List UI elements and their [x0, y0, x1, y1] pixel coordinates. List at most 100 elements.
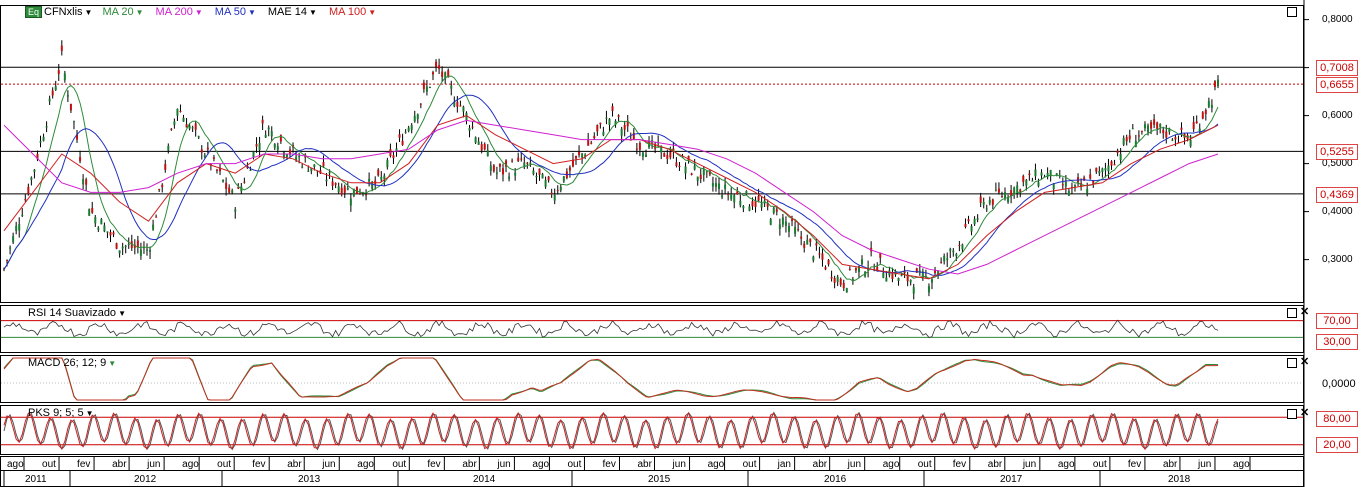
- candle-body: [179, 111, 182, 113]
- candle-body: [559, 186, 562, 191]
- month-label: fev: [1127, 459, 1142, 470]
- candle-body: [267, 127, 270, 130]
- candle-body: [611, 106, 614, 111]
- month-label: jun: [497, 459, 511, 470]
- candle-body: [946, 258, 949, 260]
- indicator-ma-100[interactable]: MA 100 ▼: [329, 6, 376, 18]
- close-pks-panel-icon[interactable]: ✕: [1300, 408, 1309, 419]
- year-label: 2012: [134, 474, 157, 485]
- candle-body: [136, 240, 139, 248]
- candle-body: [754, 200, 757, 208]
- candle-body: [909, 280, 912, 283]
- caret-down-icon: ▼: [309, 8, 317, 17]
- candle-body: [714, 183, 717, 187]
- candle-body: [538, 168, 541, 175]
- symbol-label: CFNxlis: [44, 6, 83, 18]
- candle-body: [772, 207, 775, 214]
- candle-body: [289, 149, 292, 155]
- candle-body: [1125, 137, 1128, 142]
- indicator-ma-200[interactable]: MA 200 ▼: [156, 6, 203, 18]
- candle-body: [693, 165, 696, 170]
- maximize-pks-panel-button[interactable]: [1287, 409, 1297, 419]
- candle-body: [532, 170, 535, 175]
- candle-body: [982, 201, 985, 205]
- candle-body: [501, 168, 504, 175]
- indicator-mae-14[interactable]: MAE 14 ▼: [268, 6, 317, 18]
- month-label: jun: [1022, 459, 1037, 470]
- macd-panel-label[interactable]: MACD 26; 12; 9 ▼: [28, 357, 116, 370]
- indicator-ma-50[interactable]: MA 50 ▼: [215, 6, 256, 18]
- month-label: abr: [1162, 459, 1178, 470]
- candle-body: [425, 86, 428, 92]
- maximize-macd-panel-button[interactable]: [1287, 358, 1297, 368]
- candle-body: [480, 144, 483, 151]
- maximize-price-panel-button[interactable]: [1287, 7, 1297, 17]
- candle-body: [398, 134, 401, 138]
- candle-body: [27, 186, 30, 194]
- stock-chart[interactable]: [0, 0, 1366, 487]
- candle-body: [404, 131, 407, 133]
- candle-body: [988, 199, 991, 204]
- candle-body: [784, 221, 787, 226]
- candle-body: [1095, 167, 1098, 172]
- candle-body: [456, 101, 459, 107]
- candle-body: [88, 209, 91, 216]
- price-tick-label: 0,3000: [1322, 253, 1353, 265]
- candle-body: [325, 179, 328, 182]
- candle-body: [1101, 168, 1104, 173]
- month-label: abr: [812, 459, 828, 470]
- candle-body: [419, 103, 422, 105]
- candle-body: [255, 144, 258, 147]
- candle-body: [994, 189, 997, 191]
- candle-body: [1098, 170, 1101, 174]
- candle-body: [787, 226, 790, 232]
- candle-body: [830, 276, 833, 279]
- candle-body: [575, 156, 578, 159]
- symbol-selector[interactable]: Eq CFNxlis ▼: [25, 6, 92, 18]
- pks-panel-label[interactable]: PKS 9; 5; 5 ▼: [28, 407, 94, 420]
- close-macd-panel-icon[interactable]: ✕: [1300, 357, 1309, 368]
- candle-body: [413, 115, 416, 122]
- close-rsi-panel-icon[interactable]: ✕: [1300, 307, 1309, 318]
- candle-body: [778, 224, 781, 229]
- candle-body: [861, 259, 864, 265]
- candle-body: [428, 86, 431, 88]
- caret-down-icon: ▼: [85, 409, 94, 418]
- candle-body: [243, 181, 246, 183]
- candle-body: [1089, 174, 1092, 179]
- rsi-level-70: 70,00: [1316, 313, 1358, 329]
- candle-body: [441, 71, 444, 77]
- year-label: 2014: [473, 474, 496, 485]
- candle-body: [21, 214, 24, 216]
- candle-body: [1067, 191, 1070, 196]
- caret-down-icon: ▼: [84, 8, 93, 17]
- candle-body: [365, 194, 368, 196]
- candle-body: [976, 218, 979, 220]
- candle-body: [721, 195, 724, 198]
- candle-body: [675, 162, 678, 166]
- candle-body: [644, 154, 647, 157]
- maximize-rsi-panel-button[interactable]: [1287, 308, 1297, 318]
- candle-body: [82, 179, 85, 185]
- candle-body: [711, 183, 714, 187]
- year-label: 2018: [1168, 474, 1191, 485]
- candle-body: [1217, 79, 1219, 87]
- month-label: fev: [77, 459, 91, 470]
- candle-body: [1165, 131, 1168, 138]
- candle-body: [568, 167, 571, 171]
- candle-body: [1061, 184, 1064, 186]
- candle-body: [724, 184, 727, 189]
- year-label: 2011: [25, 474, 47, 485]
- candle-body: [678, 165, 681, 168]
- candle-body: [349, 198, 352, 206]
- candle-body: [109, 231, 112, 236]
- candle-body: [885, 277, 888, 282]
- candle-body: [182, 117, 185, 122]
- candle-body: [581, 153, 584, 158]
- rsi-panel-label[interactable]: RSI 14 Suavizado ▼: [28, 307, 126, 320]
- candle-body: [127, 243, 130, 245]
- candle-body: [212, 157, 215, 159]
- indicator-ma-20[interactable]: MA 20 ▼: [102, 6, 143, 18]
- candle-body: [635, 148, 638, 150]
- candle-body: [72, 121, 75, 123]
